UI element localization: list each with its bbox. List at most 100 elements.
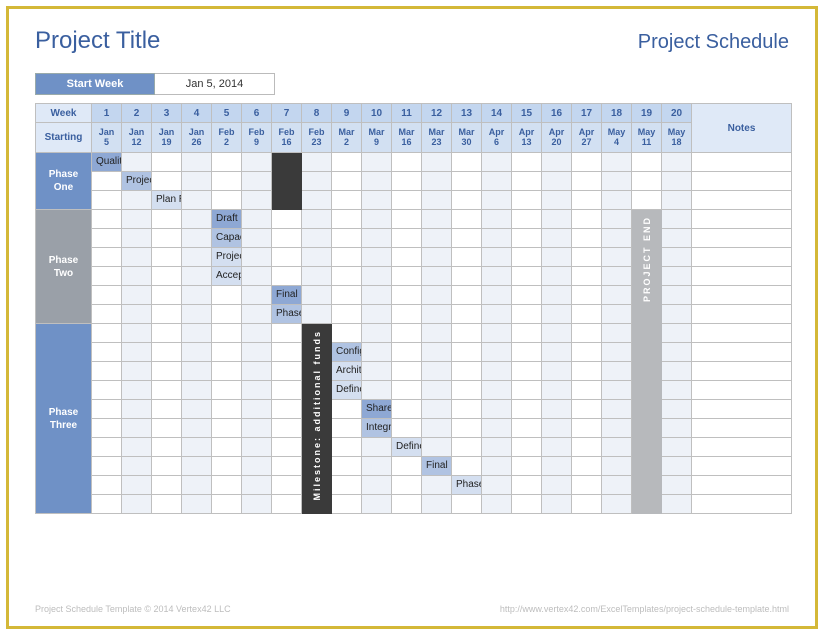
task-bar[interactable]: Project Plan	[122, 172, 152, 191]
phase-label: PhaseTwo	[36, 210, 92, 324]
grid-cell	[122, 248, 152, 267]
notes-cell[interactable]	[692, 191, 792, 210]
grid-cell	[92, 305, 122, 324]
task-bar[interactable]: Shared Component Design	[362, 400, 392, 419]
grid-cell	[182, 457, 212, 476]
grid-cell	[392, 248, 422, 267]
notes-cell[interactable]	[692, 495, 792, 514]
grid-cell	[212, 343, 242, 362]
week-date-15: Apr13	[512, 123, 542, 153]
grid-cell: Configuration Management Plan	[332, 343, 362, 362]
notes-cell[interactable]	[692, 419, 792, 438]
grid-cell	[92, 172, 122, 191]
task-bar[interactable]: Final Design Specifications	[422, 457, 452, 476]
notes-cell[interactable]	[692, 400, 792, 419]
grid-cell	[542, 495, 572, 514]
grid-cell	[242, 457, 272, 476]
task-bar[interactable]: Capacity Planning	[212, 229, 242, 248]
grid-cell	[272, 229, 302, 248]
notes-cell[interactable]	[692, 324, 792, 343]
grid-cell	[542, 305, 572, 324]
grid-cell	[542, 248, 572, 267]
task-bar[interactable]: Architecture Design Plan	[332, 362, 362, 381]
task-bar[interactable]: Project Test Plan	[212, 248, 242, 267]
grid-cell	[452, 229, 482, 248]
grid-cell	[512, 229, 542, 248]
grid-cell	[242, 305, 272, 324]
notes-cell[interactable]	[692, 457, 792, 476]
notes-cell[interactable]	[692, 286, 792, 305]
grid-cell	[122, 381, 152, 400]
grid-cell	[212, 324, 242, 343]
grid-cell	[242, 153, 272, 172]
grid-cell	[242, 172, 272, 191]
week-num-13: 13	[452, 104, 482, 123]
notes-cell[interactable]	[692, 362, 792, 381]
task-bar[interactable]: Plan Review	[152, 191, 182, 210]
grid-cell	[512, 438, 542, 457]
notes-cell[interactable]	[692, 153, 792, 172]
grid-cell	[482, 362, 512, 381]
notes-cell[interactable]	[692, 248, 792, 267]
task-bar[interactable]: Draft Requirements	[212, 210, 242, 229]
grid-cell	[602, 267, 632, 286]
grid-cell: Shared Component Design	[362, 400, 392, 419]
task-bar[interactable]: Define Interface Requirements	[332, 381, 362, 400]
grid-cell: Integration Test Plan	[362, 419, 392, 438]
grid-cell	[452, 400, 482, 419]
footer-url: http://www.vertex42.com/ExcelTemplates/p…	[500, 604, 789, 614]
grid-cell	[482, 400, 512, 419]
task-bar[interactable]: Configuration Management Plan	[332, 343, 362, 362]
notes-cell[interactable]	[692, 267, 792, 286]
grid-cell	[242, 438, 272, 457]
grid-cell	[242, 191, 272, 210]
grid-cell	[122, 343, 152, 362]
grid-cell	[362, 191, 392, 210]
week-date-17: Apr27	[572, 123, 602, 153]
grid-cell	[542, 267, 572, 286]
notes-cell[interactable]	[692, 381, 792, 400]
grid-cell	[302, 305, 332, 324]
grid-cell	[632, 191, 662, 210]
grid-cell: Project Test Plan	[212, 248, 242, 267]
task-bar[interactable]: Define Project Guidelines	[392, 438, 422, 457]
grid-cell	[542, 419, 572, 438]
task-bar[interactable]: Final Requirements Specifications	[272, 286, 302, 305]
grid-cell	[242, 267, 272, 286]
week-date-2: Jan12	[122, 123, 152, 153]
task-bar[interactable]: Acceptance Test Plan	[212, 267, 242, 286]
grid-cell	[152, 457, 182, 476]
grid-cell	[242, 210, 272, 229]
task-bar[interactable]: Phase Review and Approval	[272, 305, 302, 324]
phase-label: PhaseThree	[36, 324, 92, 514]
week-num-2: 2	[122, 104, 152, 123]
task-bar[interactable]: Phase Review and Approval	[452, 476, 482, 495]
notes-cell[interactable]	[692, 229, 792, 248]
grid-cell	[662, 343, 692, 362]
notes-cell[interactable]	[692, 476, 792, 495]
notes-cell[interactable]	[692, 172, 792, 191]
notes-cell[interactable]	[692, 305, 792, 324]
grid-cell	[572, 457, 602, 476]
grid-cell	[512, 305, 542, 324]
start-week-value[interactable]: Jan 5, 2014	[155, 73, 275, 95]
marker-column	[272, 153, 302, 210]
grid-cell	[392, 153, 422, 172]
task-bar[interactable]: Quality Assurance Plan	[92, 153, 122, 172]
grid-cell	[302, 172, 332, 191]
task-bar[interactable]: Integration Test Plan	[362, 419, 392, 438]
grid-cell	[422, 153, 452, 172]
week-num-20: 20	[662, 104, 692, 123]
grid-cell	[152, 381, 182, 400]
notes-cell[interactable]	[692, 438, 792, 457]
grid-cell	[602, 343, 632, 362]
grid-cell	[392, 324, 422, 343]
grid-cell	[92, 343, 122, 362]
notes-cell[interactable]	[692, 343, 792, 362]
grid-cell	[452, 324, 482, 343]
grid-cell	[242, 343, 272, 362]
start-week-label: Start Week	[35, 73, 155, 95]
grid-cell	[602, 305, 632, 324]
notes-cell[interactable]	[692, 210, 792, 229]
grid-cell	[542, 381, 572, 400]
